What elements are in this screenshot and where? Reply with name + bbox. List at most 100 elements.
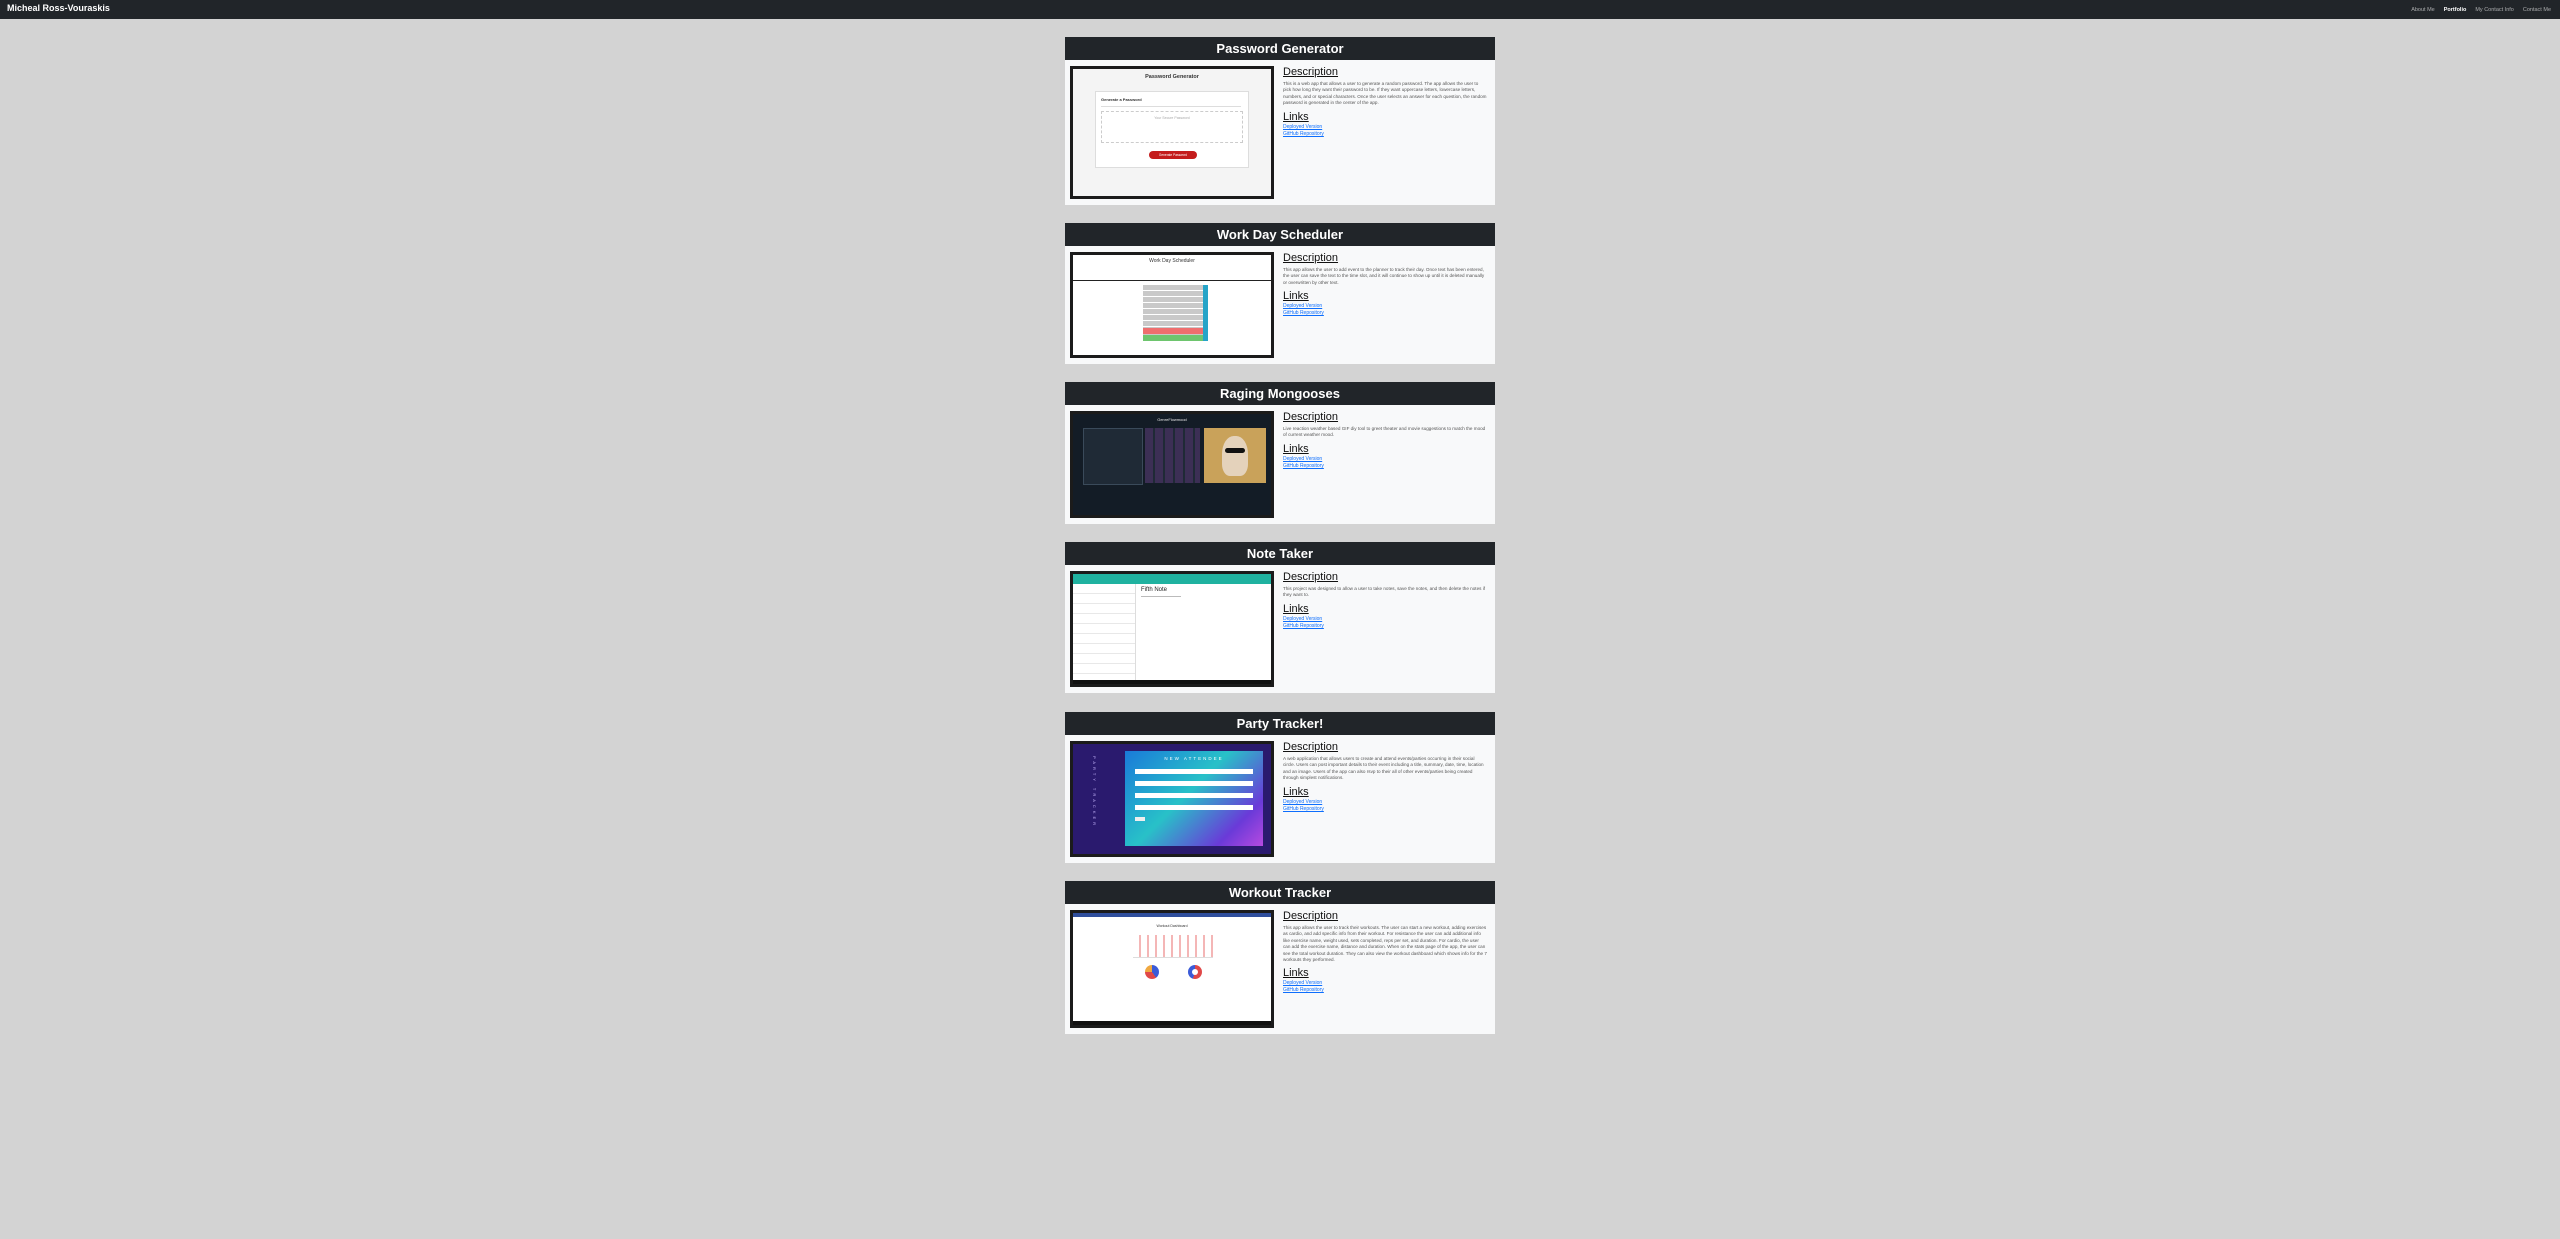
- thumb-submit: [1135, 817, 1145, 821]
- thumb-card: Generate a Password Your Secure Password…: [1095, 91, 1249, 168]
- nav-link-portfolio[interactable]: Portfolio: [2444, 7, 2467, 13]
- thumb-subheading: Generate a Password: [1101, 97, 1142, 102]
- project-links: Deployed Version GitHub Repository: [1283, 799, 1487, 813]
- links-heading: Links: [1283, 110, 1309, 123]
- thumb-gif-panel: [1145, 428, 1200, 483]
- thumb-note-text: [1141, 596, 1181, 597]
- thumb-donut-hole: [1192, 969, 1198, 975]
- deployed-link[interactable]: Deployed Version: [1283, 456, 1487, 463]
- links-heading: Links: [1283, 967, 1309, 980]
- project-title: Party Tracker!: [1065, 712, 1495, 735]
- thumb-line-chart: [1133, 935, 1213, 958]
- project-title: Note Taker: [1065, 542, 1495, 565]
- project-card-note-taker: Note Taker Fifth Note Description This p…: [1065, 542, 1495, 693]
- thumb-donut-chart: [1188, 965, 1202, 979]
- project-info: Description This app allows the user to …: [1283, 910, 1487, 994]
- description-heading: Description: [1283, 741, 1339, 753]
- project-links: Deployed Version GitHub Repository: [1283, 124, 1487, 138]
- project-info: Description This project was designed to…: [1283, 571, 1487, 630]
- project-links: Deployed Version GitHub Repository: [1283, 456, 1487, 470]
- github-link[interactable]: GitHub Repository: [1283, 623, 1487, 630]
- project-title: Password Generator: [1065, 37, 1495, 60]
- project-card-raging-mongooses: Raging Mongooses GenreFlowmood Descripti…: [1065, 382, 1495, 524]
- project-links: Deployed Version GitHub Repository: [1283, 980, 1487, 994]
- deployed-link[interactable]: Deployed Version: [1283, 980, 1487, 987]
- thumb-note-list: [1073, 584, 1136, 684]
- nav-link-contact-info[interactable]: My Contact Info: [2475, 7, 2514, 13]
- description-heading: Description: [1283, 411, 1339, 423]
- deployed-link[interactable]: Deployed Version: [1283, 799, 1487, 806]
- thumb-heading: NEW ATTENDEE: [1164, 756, 1224, 761]
- thumb-heading: GenreFlowmood: [1157, 417, 1187, 422]
- project-card-party-tracker: Party Tracker! PARTY TRACKER NEW ATTENDE…: [1065, 712, 1495, 863]
- project-description: Live reaction weather based GIF diy tool…: [1283, 426, 1486, 438]
- thumb-side-title: PARTY TRACKER: [1092, 756, 1097, 829]
- project-info: Description This app allows the user to …: [1283, 252, 1487, 317]
- github-link[interactable]: GitHub Repository: [1283, 131, 1487, 138]
- thumb-sunglasses: [1225, 448, 1245, 453]
- nav-links: About Me Portfolio My Contact Info Conta…: [2411, 7, 2551, 13]
- links-heading: Links: [1283, 442, 1309, 455]
- links-heading: Links: [1283, 290, 1309, 303]
- brand-name[interactable]: Micheal Ross-Vouraskis: [7, 3, 110, 13]
- project-screenshot[interactable]: Password Generator Generate a Password Y…: [1070, 66, 1274, 199]
- deployed-link[interactable]: Deployed Version: [1283, 124, 1487, 131]
- nav-link-contact-me[interactable]: Contact Me: [2523, 7, 2551, 13]
- github-link[interactable]: GitHub Repository: [1283, 463, 1487, 470]
- thumb-heading: Password Generator: [1145, 74, 1199, 80]
- thumb-form: NEW ATTENDEE: [1125, 751, 1263, 846]
- nav-link-about[interactable]: About Me: [2411, 7, 2435, 13]
- thumb-app-bar: [1073, 574, 1271, 584]
- thumb-form-panel: [1083, 428, 1143, 485]
- thumb-current-hour: [1143, 328, 1203, 334]
- project-links: Deployed Version GitHub Repository: [1283, 303, 1487, 317]
- project-title: Workout Tracker: [1065, 881, 1495, 904]
- thumb-heading: Workout Dashboard: [1156, 924, 1188, 928]
- project-screenshot[interactable]: GenreFlowmood: [1070, 411, 1274, 518]
- github-link[interactable]: GitHub Repository: [1283, 310, 1487, 317]
- project-description: A web application that allows users to c…: [1283, 756, 1484, 781]
- description-heading: Description: [1283, 252, 1339, 264]
- project-screenshot[interactable]: Work Day Scheduler: [1070, 252, 1274, 358]
- project-description: This app allows the user to add event to…: [1283, 267, 1485, 285]
- github-link[interactable]: GitHub Repository: [1283, 987, 1487, 994]
- project-title: Work Day Scheduler: [1065, 223, 1495, 246]
- project-links: Deployed Version GitHub Repository: [1283, 616, 1487, 630]
- thumb-field: [1135, 769, 1253, 774]
- github-link[interactable]: GitHub Repository: [1283, 806, 1487, 813]
- links-heading: Links: [1283, 602, 1309, 615]
- thumb-generate-button: Generate Password: [1149, 151, 1197, 159]
- project-title: Raging Mongooses: [1065, 382, 1495, 405]
- description-heading: Description: [1283, 66, 1339, 78]
- project-description: This app allows the user to track their …: [1283, 925, 1487, 963]
- thumb-pie-chart: [1145, 965, 1159, 979]
- deployed-link[interactable]: Deployed Version: [1283, 616, 1487, 623]
- project-info: Description A web application that allow…: [1283, 741, 1487, 813]
- thumb-note-title: Fifth Note: [1141, 587, 1168, 593]
- thumb-divider: [1101, 106, 1241, 107]
- thumb-taskbar: [1073, 680, 1271, 684]
- thumb-field: [1135, 781, 1253, 786]
- thumb-password-area: Your Secure Password: [1101, 111, 1243, 143]
- project-card-work-day-scheduler: Work Day Scheduler Work Day Scheduler De…: [1065, 223, 1495, 364]
- thumb-heading: Work Day Scheduler: [1149, 258, 1195, 264]
- project-screenshot[interactable]: Fifth Note: [1070, 571, 1274, 687]
- navbar: Micheal Ross-Vouraskis About Me Portfoli…: [0, 0, 2560, 19]
- thumb-future-hour: [1143, 335, 1203, 341]
- project-info: Description Live reaction weather based …: [1283, 411, 1487, 470]
- thumb-field: [1135, 805, 1253, 810]
- thumb-field: [1135, 793, 1253, 798]
- project-screenshot[interactable]: Workout Dashboard: [1070, 910, 1274, 1028]
- thumb-save-buttons: [1203, 285, 1208, 341]
- project-info: Description This is a web app that allow…: [1283, 66, 1487, 138]
- thumb-video-panel: [1204, 428, 1266, 483]
- project-screenshot[interactable]: PARTY TRACKER NEW ATTENDEE: [1070, 741, 1274, 857]
- project-description: This project was designed to allow a use…: [1283, 586, 1485, 598]
- project-card-password-generator: Password Generator Password Generator Ge…: [1065, 37, 1495, 205]
- thumb-taskbar: [1073, 1021, 1271, 1025]
- thumb-browser-bar: [1073, 913, 1271, 917]
- description-heading: Description: [1283, 571, 1339, 583]
- links-heading: Links: [1283, 785, 1309, 798]
- deployed-link[interactable]: Deployed Version: [1283, 303, 1487, 310]
- thumb-face: [1222, 436, 1248, 476]
